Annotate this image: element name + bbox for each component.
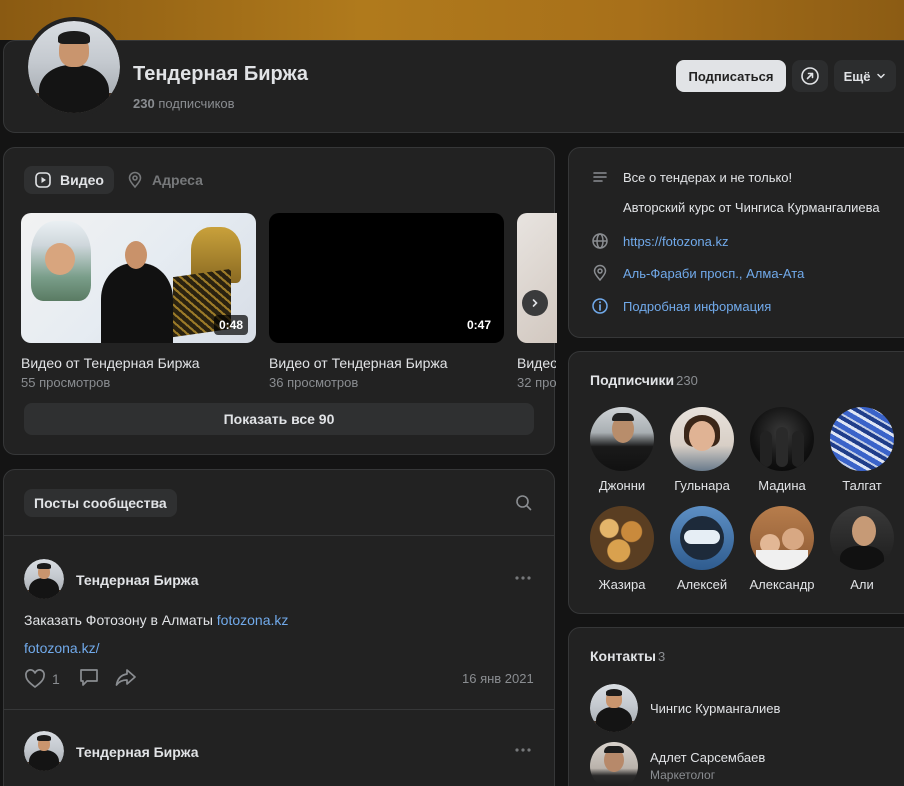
share-post-button[interactable] bbox=[114, 667, 138, 690]
avatar bbox=[750, 407, 814, 471]
subscribe-button[interactable]: Подписаться bbox=[676, 60, 786, 92]
follower-item[interactable]: Джонни bbox=[582, 407, 662, 493]
avatar bbox=[590, 407, 654, 471]
video-views: 36 просмотров bbox=[269, 375, 359, 390]
chevron-down-icon bbox=[877, 73, 886, 79]
follower-item[interactable]: Алексей bbox=[662, 506, 742, 592]
contacts-block: Контакты 3 Чингис Курмангалиев Адлет Сарс… bbox=[568, 627, 904, 786]
contact-item[interactable]: Чингис Курмангалиев bbox=[590, 684, 780, 732]
text-lines-icon bbox=[593, 172, 607, 182]
post-menu-button[interactable] bbox=[514, 568, 532, 586]
followers-block: Подписчики 230 Джонни Гульнара Мадина Тал… bbox=[568, 351, 904, 614]
contact-name[interactable]: Чингис Курмангалиев bbox=[650, 701, 780, 716]
like-button[interactable]: 1 bbox=[24, 668, 60, 689]
post-author-avatar[interactable] bbox=[24, 559, 64, 599]
community-posts: Посты сообщества Тендерная Биржа Заказат… bbox=[3, 469, 555, 786]
video-thumbnail[interactable] bbox=[517, 213, 557, 343]
followers-title[interactable]: Подписчики 230 bbox=[590, 372, 698, 388]
more-horizontal-icon bbox=[515, 576, 531, 580]
post-text: Заказать Фотозону в Алматы fotozona.kz bbox=[24, 612, 289, 628]
video-title[interactable]: Видео от Тендерная Биржа bbox=[21, 355, 200, 371]
follower-item[interactable]: Мадина bbox=[742, 407, 822, 493]
video-views: 32 прос bbox=[517, 375, 556, 390]
video-views: 55 просмотров bbox=[21, 375, 111, 390]
video-title[interactable]: Видео от Тендерная Биржа bbox=[269, 355, 448, 371]
share-button[interactable] bbox=[792, 60, 828, 92]
page-title: Тендерная Биржа bbox=[133, 63, 309, 85]
community-header: Тендерная Биржа 230 подписчиков Подписат… bbox=[3, 17, 904, 133]
tab-addresses[interactable]: Адреса bbox=[116, 166, 213, 194]
info-icon bbox=[592, 298, 608, 314]
carousel-next-button[interactable] bbox=[522, 290, 548, 316]
share-arrow-icon bbox=[801, 67, 819, 85]
video-duration: 0:47 bbox=[461, 315, 496, 335]
comment-icon bbox=[79, 669, 98, 686]
posts-search-button[interactable] bbox=[515, 494, 533, 517]
post-author[interactable]: Тендерная Биржа bbox=[76, 744, 199, 760]
media-block: Видео Адреса 0:48 0:47 Видео от Тендерна… bbox=[3, 147, 557, 455]
show-all-videos-button[interactable]: Показать все 90 bbox=[24, 403, 534, 435]
post-menu-button[interactable] bbox=[514, 740, 532, 758]
divider bbox=[4, 709, 554, 710]
post-author-avatar[interactable] bbox=[24, 731, 64, 771]
video-thumbnail[interactable]: 0:47 bbox=[269, 213, 504, 343]
globe-icon bbox=[592, 233, 608, 249]
more-dropdown-button[interactable]: Ещё bbox=[834, 60, 896, 92]
likes-count: 1 bbox=[52, 670, 60, 687]
share-icon bbox=[115, 669, 136, 686]
avatar bbox=[670, 407, 734, 471]
info-website[interactable]: https://fotozona.kz bbox=[589, 232, 729, 250]
avatar bbox=[590, 742, 638, 786]
post-link[interactable]: fotozona.kz/ bbox=[24, 640, 100, 656]
contact-item[interactable]: Адлет Сарсембаев Маркетолог bbox=[590, 742, 765, 786]
post-inline-link[interactable]: fotozona.kz bbox=[217, 612, 289, 628]
follower-item[interactable]: Александр bbox=[742, 506, 822, 592]
contact-role: Маркетолог bbox=[650, 768, 716, 782]
comment-button[interactable] bbox=[78, 667, 100, 690]
community-avatar[interactable] bbox=[24, 17, 124, 117]
cover-banner bbox=[0, 0, 904, 40]
location-icon bbox=[593, 264, 607, 282]
contact-name[interactable]: Адлет Сарсембаев bbox=[650, 750, 765, 765]
location-icon bbox=[128, 171, 142, 189]
avatar bbox=[830, 506, 894, 570]
subscribers-count[interactable]: 230 подписчиков bbox=[133, 96, 235, 111]
avatar bbox=[750, 506, 814, 570]
heart-icon bbox=[25, 668, 45, 688]
tab-video[interactable]: Видео bbox=[24, 166, 114, 194]
follower-item[interactable]: Али bbox=[822, 506, 902, 592]
info-details[interactable]: Подробная информация bbox=[589, 297, 771, 315]
avatar bbox=[590, 684, 638, 732]
divider bbox=[4, 535, 554, 536]
avatar bbox=[670, 506, 734, 570]
info-course: Авторский курс от Чингиса Курмангалиева bbox=[623, 200, 880, 215]
tab-community-posts[interactable]: Посты сообщества bbox=[24, 489, 177, 517]
more-horizontal-icon bbox=[515, 748, 531, 752]
follower-item[interactable]: Жазира bbox=[582, 506, 662, 592]
video-title[interactable]: Видео bbox=[517, 355, 556, 371]
video-duration: 0:48 bbox=[213, 315, 248, 335]
video-icon bbox=[35, 172, 51, 188]
search-icon bbox=[516, 495, 532, 511]
avatar bbox=[590, 506, 654, 570]
info-description: Все о тендерах и не только! bbox=[589, 168, 792, 186]
post-author[interactable]: Тендерная Биржа bbox=[76, 572, 199, 588]
contacts-title[interactable]: Контакты 3 bbox=[590, 648, 665, 664]
post-date[interactable]: 16 янв 2021 bbox=[462, 671, 534, 686]
community-info: Все о тендерах и не только! Авторский ку… bbox=[568, 147, 904, 338]
follower-item[interactable]: Гульнара bbox=[662, 407, 742, 493]
avatar bbox=[830, 407, 894, 471]
follower-item[interactable]: Талгат bbox=[822, 407, 902, 493]
info-address[interactable]: Аль-Фараби просп., Алма-Ата bbox=[589, 264, 804, 282]
video-thumbnail[interactable]: 0:48 bbox=[21, 213, 256, 343]
post-actions: 1 bbox=[24, 667, 138, 690]
chevron-right-icon bbox=[532, 299, 538, 307]
